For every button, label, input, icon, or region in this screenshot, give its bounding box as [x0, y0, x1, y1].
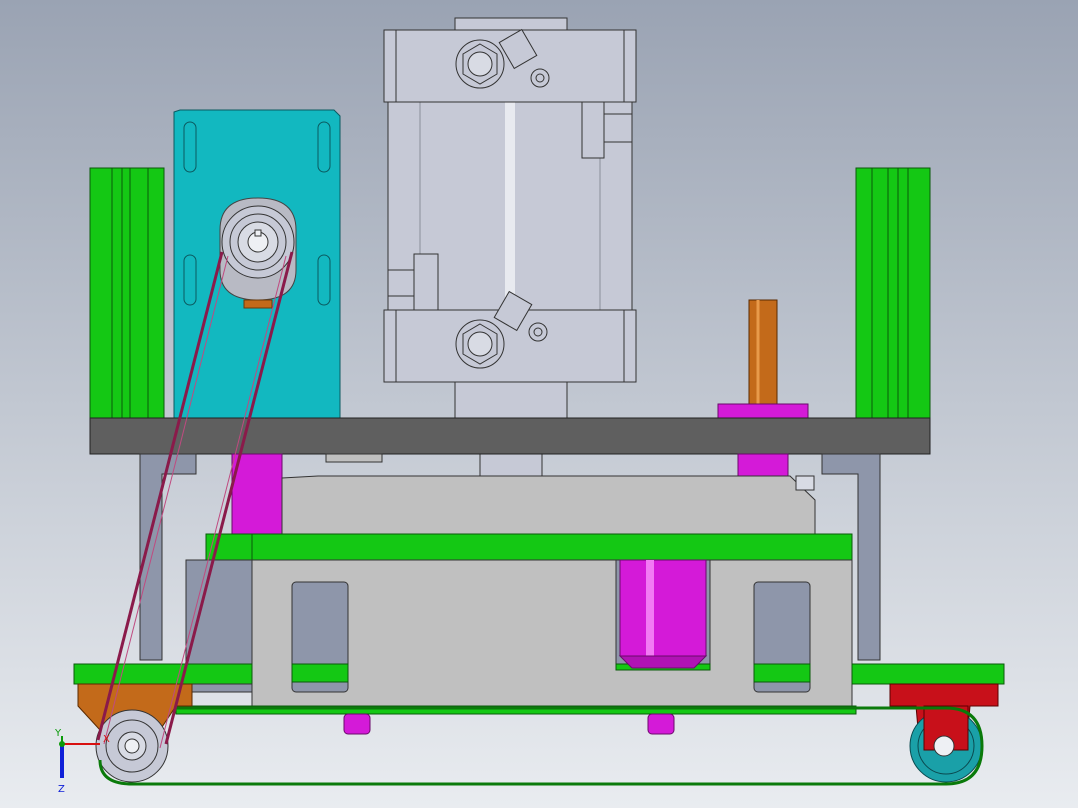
x-axis-label: X	[103, 734, 110, 745]
left-magenta-post	[231, 453, 283, 535]
z-axis-label: Z	[58, 784, 65, 795]
copper-guide-pin	[717, 299, 809, 419]
base-body	[251, 559, 853, 715]
mid-gray-block	[281, 453, 816, 535]
magenta-cup	[618, 559, 708, 669]
right-green-post	[855, 167, 931, 419]
left-green-post	[89, 167, 165, 419]
main-cylinder	[383, 17, 637, 479]
track-belt	[98, 706, 984, 786]
cad-viewport[interactable]: X Y Z	[0, 0, 1078, 808]
y-axis-label: Y	[54, 728, 62, 739]
magenta-feet	[343, 713, 675, 735]
green-mid-rail	[205, 533, 853, 561]
lower-drive-pulley	[95, 709, 169, 783]
machine-assembly-drawing: X Y Z	[54, 17, 1005, 795]
dark-top-plate	[89, 417, 931, 455]
